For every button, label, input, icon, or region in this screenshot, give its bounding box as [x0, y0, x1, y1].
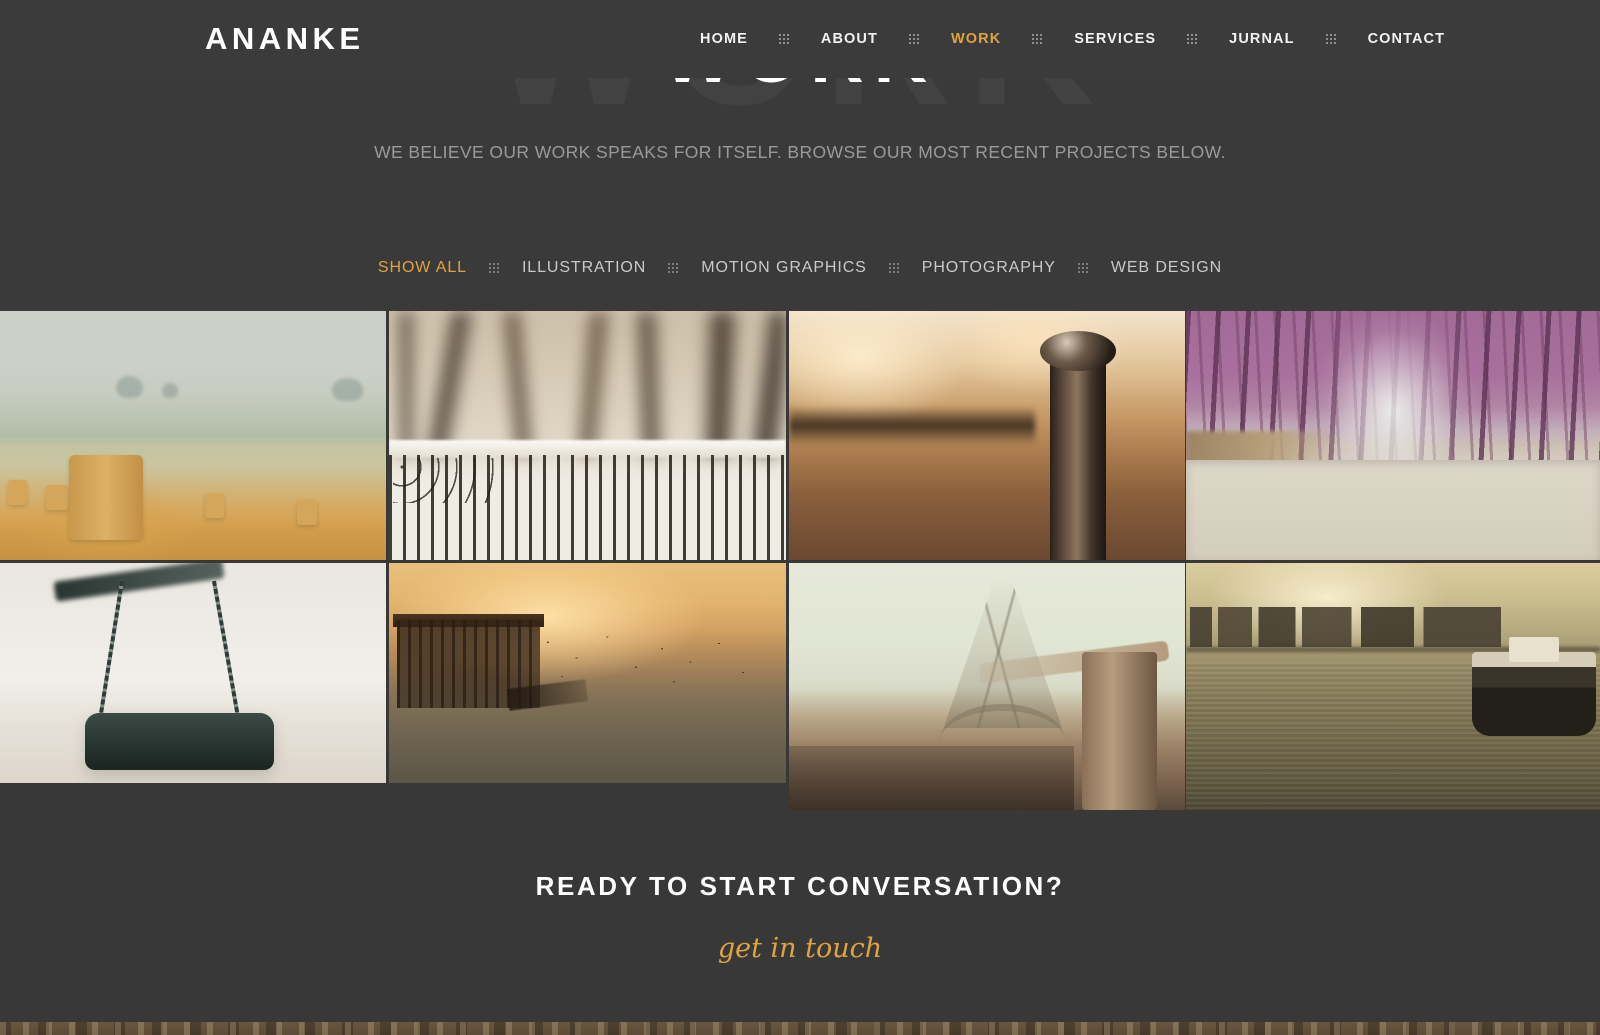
dot-grid-icon: [1326, 34, 1337, 45]
site-header: ANANKE HOME ABOUT WORK SERVICES JURNAL C…: [0, 0, 1600, 78]
bollard-bokeh-image: [789, 311, 1185, 560]
main-navigation: HOME ABOUT WORK SERVICES JURNAL CONTACT: [700, 28, 1445, 50]
nav-item-about[interactable]: ABOUT: [821, 28, 878, 50]
portfolio-filter-bar: SHOW ALL ILLUSTRATION MOTION GRAPHICS PH…: [0, 255, 1600, 281]
harbour-boat-image: [1186, 563, 1600, 810]
portfolio-item-bollard-bokeh[interactable]: [789, 311, 1185, 560]
filter-web-design[interactable]: WEB DESIGN: [1111, 255, 1222, 281]
portfolio-item-beach-swing[interactable]: [0, 563, 386, 783]
nav-item-jurnal[interactable]: JURNAL: [1229, 28, 1294, 50]
dot-grid-icon: [1032, 34, 1043, 45]
eiffel-tower-image: [789, 563, 1185, 810]
nav-item-work[interactable]: WORK: [951, 28, 1001, 50]
misty-hay-field-image: [0, 311, 386, 560]
work-page: WORK WORK WE BELIEVE OUR WORK SPEAKS FOR…: [0, 0, 1600, 1035]
next-section-preview: [0, 1022, 1600, 1035]
next-section-image: [0, 1022, 1600, 1035]
purple-tree-avenue-image: [1186, 311, 1600, 560]
portfolio-item-snowy-railing[interactable]: [389, 311, 786, 560]
cta-title: READY TO START CONVERSATION?: [0, 870, 1600, 902]
hero-subtitle: WE BELIEVE OUR WORK SPEAKS FOR ITSELF. B…: [0, 140, 1600, 164]
brand-logo[interactable]: ANANKE: [205, 22, 365, 56]
dot-grid-icon: [909, 34, 920, 45]
portfolio-grid: [0, 311, 1600, 811]
nav-item-home[interactable]: HOME: [700, 28, 748, 50]
dot-grid-icon: [668, 263, 679, 274]
dot-grid-icon: [779, 34, 790, 45]
dot-grid-icon: [889, 263, 900, 274]
nav-item-contact[interactable]: CONTACT: [1368, 28, 1446, 50]
beach-swing-image: [0, 563, 386, 783]
portfolio-item-sunset-pier[interactable]: [389, 563, 786, 783]
filter-show-all[interactable]: SHOW ALL: [378, 255, 467, 281]
dot-grid-icon: [1187, 34, 1198, 45]
portfolio-item-harbour-boat[interactable]: [1186, 563, 1600, 810]
portfolio-item-eiffel-tower[interactable]: [789, 563, 1185, 810]
filter-photography[interactable]: PHOTOGRAPHY: [922, 255, 1056, 281]
filter-motion-graphics[interactable]: MOTION GRAPHICS: [701, 255, 867, 281]
portfolio-item-purple-tree-avenue[interactable]: [1186, 311, 1600, 560]
portfolio-item-misty-hay-field[interactable]: [0, 311, 386, 560]
get-in-touch-link[interactable]: get in touch: [0, 932, 1600, 966]
snowy-railing-image: [389, 311, 786, 560]
cta-section: READY TO START CONVERSATION? get in touc…: [0, 820, 1600, 1022]
dot-grid-icon: [489, 263, 500, 274]
nav-item-services[interactable]: SERVICES: [1074, 28, 1156, 50]
sunset-pier-image: [389, 563, 786, 783]
filter-illustration[interactable]: ILLUSTRATION: [522, 255, 646, 281]
dot-grid-icon: [1078, 263, 1089, 274]
